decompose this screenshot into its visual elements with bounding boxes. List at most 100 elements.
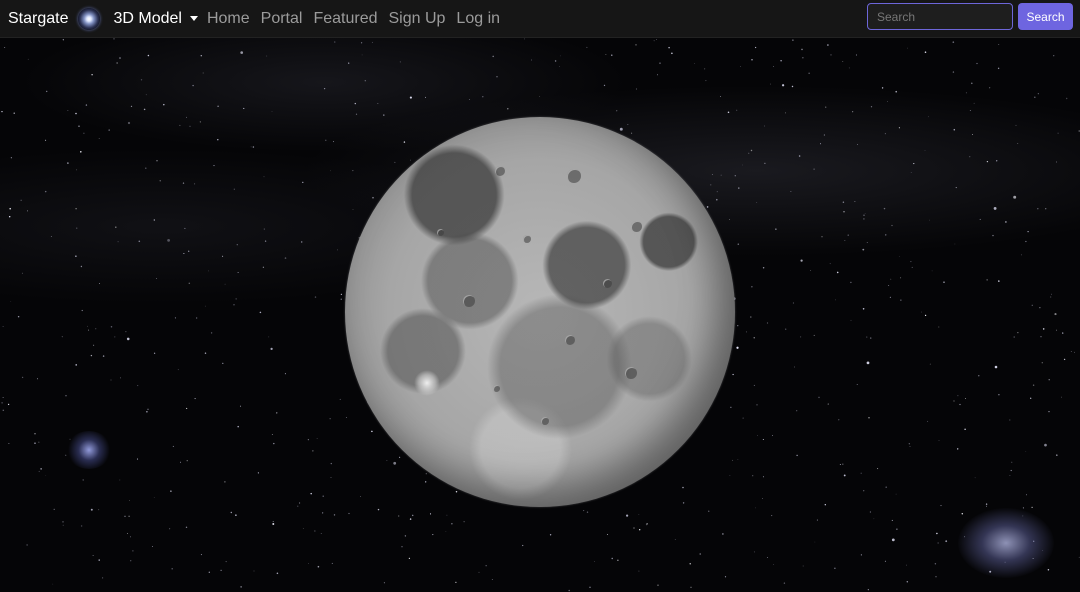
star: [507, 108, 509, 110]
star: [429, 513, 432, 515]
star: [237, 425, 239, 428]
crater: [625, 367, 637, 379]
star: [299, 502, 301, 504]
star: [635, 44, 637, 46]
star: [816, 519, 818, 521]
star: [674, 539, 676, 541]
star: [646, 523, 648, 525]
crater: [567, 169, 581, 183]
star: [989, 87, 991, 89]
star: [690, 586, 692, 588]
star: [250, 146, 252, 148]
star: [425, 96, 426, 98]
star: [322, 495, 324, 497]
star: [20, 199, 22, 201]
search-input[interactable]: [867, 3, 1013, 30]
star: [751, 286, 753, 288]
star: [860, 472, 862, 474]
star: [409, 159, 411, 161]
nav-link-sign-up[interactable]: Sign Up: [389, 3, 446, 35]
star: [75, 207, 77, 210]
star: [616, 110, 618, 112]
star: [445, 531, 447, 532]
star: [27, 58, 29, 60]
star: [836, 271, 839, 274]
star: [393, 461, 397, 465]
star: [762, 498, 763, 499]
star: [404, 535, 407, 537]
3d-model-dropdown[interactable]: 3D Model: [113, 10, 205, 28]
star: [891, 519, 893, 521]
star: [898, 127, 900, 129]
star: [348, 512, 350, 515]
star: [589, 586, 591, 588]
star: [119, 479, 121, 481]
star: [952, 71, 955, 73]
star: [1062, 332, 1064, 334]
star: [867, 589, 869, 591]
star: [626, 514, 629, 517]
star: [172, 445, 174, 447]
star: [355, 113, 358, 115]
nav-link-log-in[interactable]: Log in: [456, 3, 500, 35]
star: [98, 138, 100, 140]
nav-link-featured[interactable]: Featured: [313, 3, 377, 35]
star: [333, 514, 336, 516]
star: [762, 267, 765, 269]
nav-link-portal[interactable]: Portal: [261, 3, 303, 35]
moon-model[interactable]: [345, 117, 735, 507]
star: [839, 464, 841, 465]
star: [114, 336, 116, 338]
star: [594, 561, 595, 562]
star: [631, 132, 633, 134]
star: [559, 55, 561, 57]
star: [938, 440, 940, 441]
star: [243, 107, 245, 109]
star: [46, 90, 48, 93]
star: [890, 278, 892, 280]
star: [163, 103, 165, 106]
star: [259, 311, 262, 314]
star: [62, 524, 64, 526]
search-button[interactable]: Search: [1018, 3, 1073, 30]
star: [973, 102, 975, 104]
3d-viewport[interactable]: [0, 38, 1080, 592]
star: [559, 66, 560, 67]
star: [491, 579, 493, 581]
star: [333, 41, 336, 43]
star: [1022, 507, 1024, 509]
star: [80, 525, 83, 527]
star: [954, 243, 956, 245]
star: [1010, 469, 1012, 472]
brand-link[interactable]: Stargate: [8, 3, 68, 35]
star: [102, 577, 104, 579]
star: [863, 490, 865, 492]
star: [138, 240, 141, 243]
star: [4, 47, 6, 49]
star: [225, 561, 227, 563]
star: [329, 418, 331, 420]
star: [824, 504, 826, 506]
star: [1054, 313, 1057, 316]
star: [496, 76, 498, 78]
star: [737, 325, 739, 327]
star: [199, 121, 201, 123]
star: [128, 515, 130, 517]
star: [408, 557, 411, 560]
star: [468, 99, 470, 100]
star: [834, 567, 836, 569]
star: [336, 249, 339, 251]
nav-link-home[interactable]: Home: [207, 3, 250, 35]
crater: [437, 229, 444, 236]
star: [184, 227, 186, 229]
star: [330, 477, 332, 479]
star: [113, 38, 115, 40]
star: [314, 530, 316, 532]
star: [1011, 461, 1013, 463]
star: [783, 582, 786, 584]
star: [994, 365, 998, 369]
star: [1047, 568, 1050, 571]
star: [302, 181, 304, 184]
star: [998, 44, 1000, 45]
star: [451, 523, 453, 525]
